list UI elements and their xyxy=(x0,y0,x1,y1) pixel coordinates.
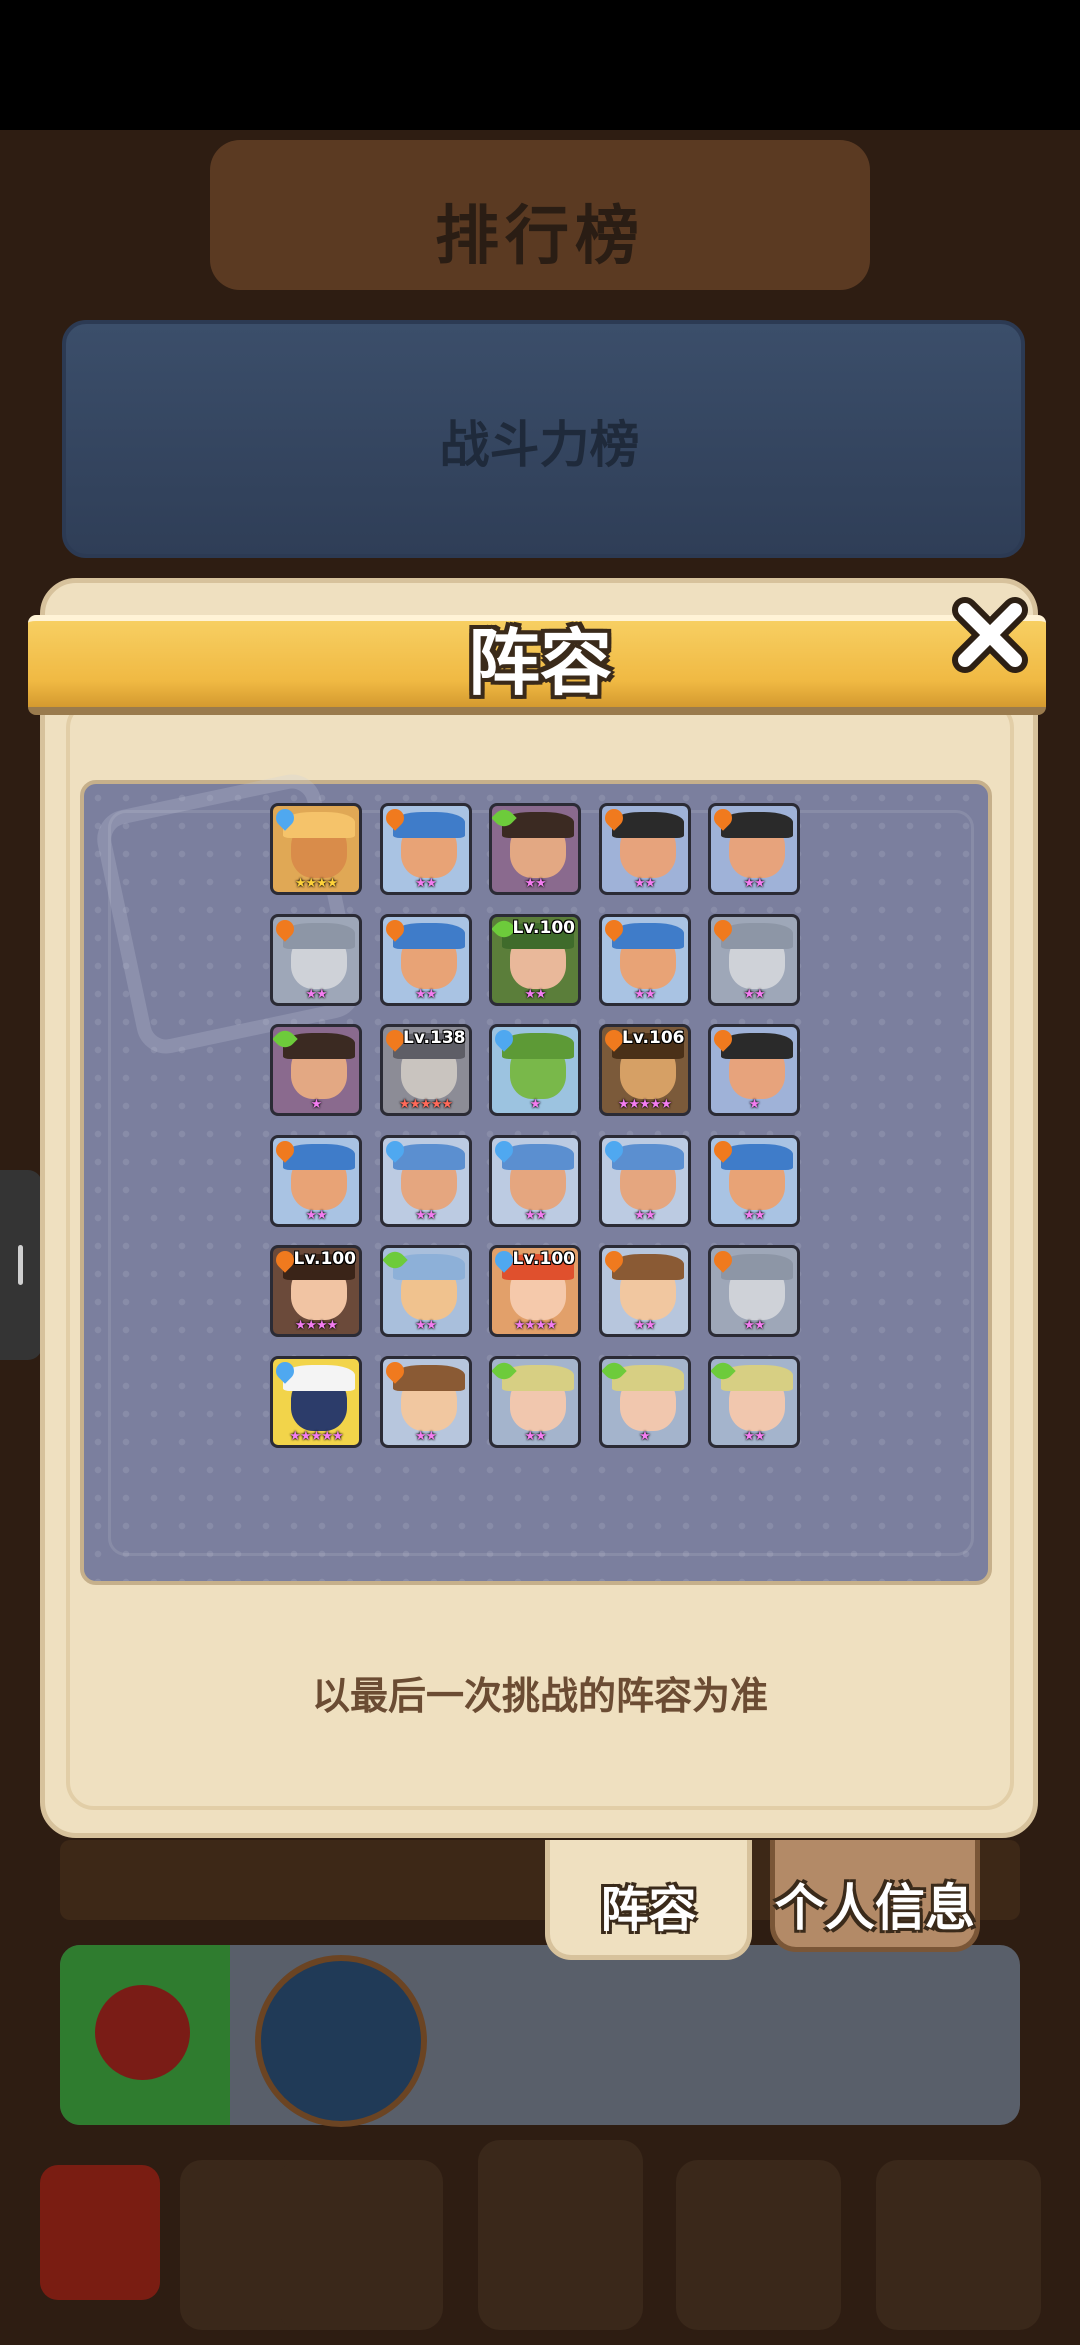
hero-card-blue-hood-soldier[interactable]: ★★ xyxy=(598,1134,691,1227)
hero-card-sunglasses-thug[interactable]: ★★ xyxy=(708,803,800,895)
hero-card-monkey-king[interactable]: Lv.106 ★★★★★ xyxy=(598,1024,691,1116)
power-ranking-title: 战斗力榜 xyxy=(439,416,640,474)
hero-card-blonde-elf[interactable]: ★ xyxy=(598,1355,691,1448)
hero-star-rating: ★★ xyxy=(743,1207,765,1223)
hero-card-white-hooded-mage[interactable]: ★★★★★ xyxy=(270,1355,362,1448)
hero-star-rating: ★★ xyxy=(743,1318,765,1333)
hero-star-rating: ★★★★★ xyxy=(398,1097,453,1112)
tab-profile-label: 个人信息 xyxy=(775,1879,975,1937)
hero-card-lion-mane-kid[interactable]: ★★ xyxy=(598,1245,691,1337)
hero-card-stone-golem[interactable]: ★★ xyxy=(270,913,362,1006)
hero-star-rating: ★★ xyxy=(414,876,437,891)
hero-star-rating: ★★ xyxy=(414,1428,437,1444)
hero-level: Lv.138 xyxy=(403,1028,466,1048)
hero-star-rating: ★★★★★ xyxy=(289,1428,343,1444)
hero-star-rating: ★★ xyxy=(414,1207,437,1223)
hero-card-blue-bandana-pirate[interactable]: ★★ xyxy=(708,1134,800,1227)
hero-card-golden-bunny-brute[interactable]: ★★★★ xyxy=(270,803,362,895)
leaderboard-title: 排行榜 xyxy=(435,200,645,274)
hero-card-blue-hood-soldier[interactable]: ★★ xyxy=(379,1134,472,1227)
hero-card-bearded-caveman[interactable]: ★ xyxy=(270,1024,362,1116)
hero-card-winged-hand[interactable]: ★★ xyxy=(379,1245,472,1337)
hero-card-sunglasses-thug[interactable]: ★★ xyxy=(598,803,691,895)
hero-card-bearded-caveman[interactable]: ★★ xyxy=(489,803,581,895)
nav-button xyxy=(478,2140,643,2330)
dialog-title: 阵容 xyxy=(467,621,612,705)
hero-star-rating: ★★ xyxy=(743,1428,765,1444)
hero-level: Lv.100 xyxy=(512,917,575,938)
hero-star-rating: ★★★★★ xyxy=(617,1097,672,1112)
hero-card-blue-bandana-pirate[interactable]: ★★ xyxy=(598,913,691,1006)
hero-star-rating: ★ xyxy=(639,1428,651,1444)
rank-medal-icon xyxy=(95,1985,190,2080)
hero-star-rating: ★★ xyxy=(305,986,327,1002)
hero-card-sunglasses-thug[interactable]: ★ xyxy=(708,1024,800,1116)
hero-star-rating: ★★★★ xyxy=(513,1318,558,1333)
hero-star-rating: ★★ xyxy=(524,876,546,891)
hero-star-rating: ★★★★ xyxy=(294,876,339,891)
hero-star-rating: ★★ xyxy=(743,876,765,891)
nav-button xyxy=(876,2160,1041,2330)
hero-star-rating: ★★★★ xyxy=(294,1318,339,1333)
grip-icon xyxy=(18,1245,23,1285)
back-arrow-icon xyxy=(40,2165,160,2300)
lineup-note: 以最后一次挑战的阵容为准 xyxy=(311,1674,768,1718)
tab-lineup-label: 阵容 xyxy=(600,1882,697,1938)
nav-button xyxy=(278,2160,443,2330)
hero-card-blonde-elf[interactable]: ★★ xyxy=(489,1355,581,1448)
hero-card-silver-knight[interactable]: Lv.138 ★★★★★ xyxy=(379,1024,472,1116)
hero-level: Lv.106 xyxy=(622,1028,685,1048)
hero-card-red-hair-fairy[interactable]: Lv.100 ★★★★ xyxy=(489,1245,581,1337)
hero-card-stone-golem[interactable]: ★★ xyxy=(708,1245,800,1337)
hero-card-blonde-elf[interactable]: ★★ xyxy=(708,1355,800,1448)
hero-level: Lv.100 xyxy=(293,1249,356,1269)
hero-star-rating: ★★ xyxy=(305,1207,327,1223)
hero-star-rating: ★ xyxy=(529,1097,542,1112)
hero-star-rating: ★★ xyxy=(633,876,656,891)
hero-card-lion-mane-kid[interactable]: ★★ xyxy=(379,1355,472,1448)
hero-star-rating: ★★ xyxy=(633,1207,656,1223)
hero-card-dark-hair-maiden[interactable]: Lv.100 ★★★★ xyxy=(270,1245,362,1337)
hero-card-blue-bandana-pirate[interactable]: ★★ xyxy=(379,803,472,895)
hero-card-blue-hood-soldier[interactable]: ★★ xyxy=(489,1134,581,1227)
hero-star-rating: ★★ xyxy=(633,986,656,1002)
hero-star-rating: ★★ xyxy=(414,986,437,1002)
hero-card-stone-golem[interactable]: ★★ xyxy=(708,913,800,1006)
hero-star-rating: ★★ xyxy=(743,986,765,1002)
hero-level: Lv.100 xyxy=(512,1249,575,1269)
nav-button xyxy=(676,2160,841,2330)
hero-star-rating: ★★ xyxy=(524,1428,546,1444)
avatar xyxy=(255,1955,427,2127)
hero-star-rating: ★★ xyxy=(524,986,546,1002)
hero-card-green-frog[interactable]: ★ xyxy=(489,1024,581,1116)
hero-star-rating: ★★ xyxy=(633,1318,656,1333)
close-icon[interactable] xyxy=(945,590,1035,680)
hero-card-blue-bandana-pirate[interactable]: ★★ xyxy=(270,1134,362,1227)
hero-star-rating: ★ xyxy=(748,1097,761,1112)
hero-star-rating: ★★ xyxy=(524,1207,546,1223)
hero-star-rating: ★ xyxy=(310,1097,323,1112)
hero-card-blue-bandana-pirate[interactable]: ★★ xyxy=(379,913,472,1006)
hero-card-green-hair-archer[interactable]: Lv.100 ★★ xyxy=(489,913,581,1006)
hero-star-rating: ★★ xyxy=(414,1318,437,1333)
